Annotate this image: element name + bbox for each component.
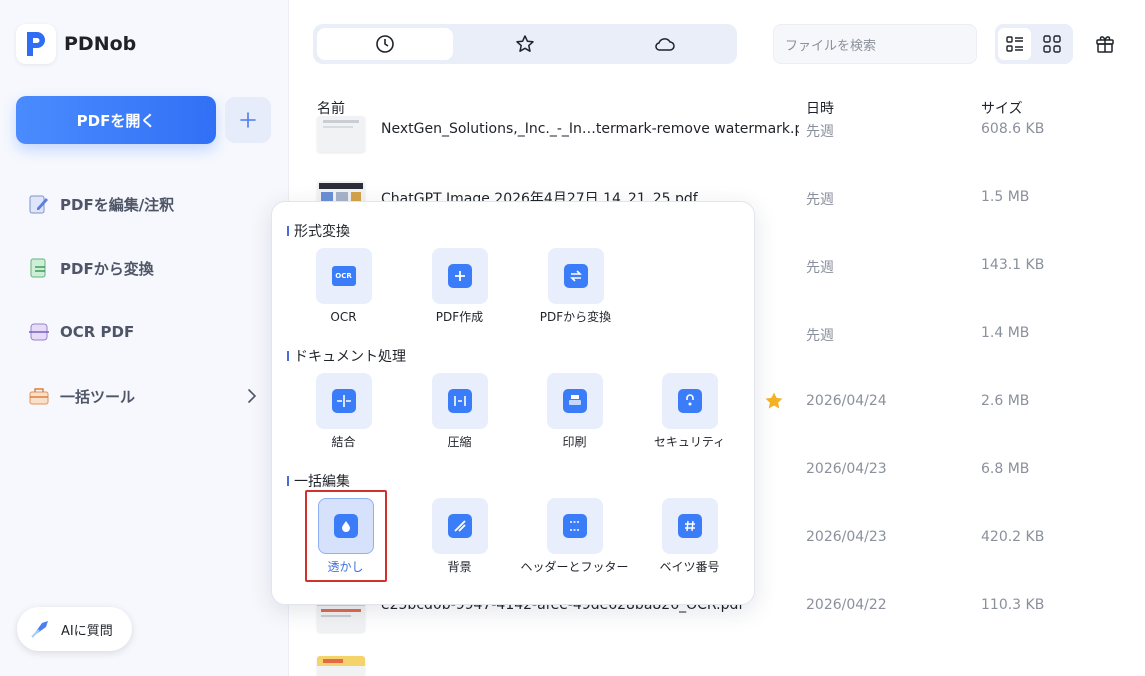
tool-create-pdf[interactable]: PDF作成 <box>402 248 517 326</box>
gift-icon[interactable] <box>1094 32 1116 58</box>
ocr-icon: OCR <box>331 266 356 286</box>
sidebar-item-label: PDFから変換 <box>60 259 154 278</box>
section-title-convert: 形式変換 <box>287 221 350 241</box>
view-toggle <box>995 24 1073 64</box>
tool-background[interactable]: 背景 <box>402 498 517 576</box>
file-size: 1.5 MB <box>981 189 1030 205</box>
hash-icon <box>677 514 702 538</box>
plus-icon <box>240 112 256 128</box>
tab-cloud[interactable] <box>597 28 733 60</box>
file-filter-tabs <box>313 24 737 64</box>
list-view-icon <box>1005 36 1023 52</box>
file-name: NextGen_Solutions,_Inc._-_In…termark-rem… <box>381 121 799 137</box>
tool-label: OCR <box>330 310 357 324</box>
tool-label: 圧縮 <box>447 435 472 449</box>
file-size: 6.8 MB <box>981 461 1030 477</box>
sidebar-item-label: 一括ツール <box>60 387 136 406</box>
sidebar-item-ocr[interactable]: OCR PDF <box>26 319 134 345</box>
convert-icon <box>563 264 588 288</box>
file-size: 110.3 KB <box>981 597 1045 613</box>
pen-doc-icon <box>26 191 52 217</box>
tool-bates-number[interactable]: ベイツ番号 <box>632 498 747 576</box>
ask-ai-label: AIに質問 <box>61 623 113 639</box>
section-title-batch-edit: 一括編集 <box>287 471 350 491</box>
background-icon <box>447 514 472 538</box>
file-size: 1.4 MB <box>981 325 1030 341</box>
sidebar-item-batch[interactable]: 一括ツール <box>26 383 135 409</box>
tool-label: 印刷 <box>562 435 587 449</box>
file-date: 先週 <box>806 124 834 140</box>
tool-label: 結合 <box>331 435 356 449</box>
tool-merge[interactable]: 結合 <box>286 373 401 451</box>
file-size: 420.2 KB <box>981 529 1045 545</box>
tool-header-footer[interactable]: ヘッダーとフッター <box>517 498 632 576</box>
file-date: 2026/04/22 <box>806 597 887 613</box>
file-thumbnail <box>317 116 365 152</box>
tool-label: セキュリティ <box>653 435 726 449</box>
cloud-icon <box>655 38 675 51</box>
tab-starred[interactable] <box>457 28 593 60</box>
tool-label: PDFから変換 <box>539 310 612 324</box>
lock-icon <box>677 389 702 413</box>
file-date: 2026/04/23 <box>806 529 887 545</box>
grid-view-button[interactable] <box>1035 28 1068 60</box>
tool-label: ヘッダーとフッター <box>520 560 629 574</box>
ai-sparkle-icon <box>31 621 48 638</box>
sidebar: PDNob PDFを開く PDFを編集/注釈 PDFから変換 OCR PDF 一… <box>0 0 289 676</box>
tool-label: ベイツ番号 <box>659 560 720 574</box>
ocr-icon-text: OCR <box>335 272 352 280</box>
toolbox-icon <box>26 383 52 409</box>
file-date: 2026/04/24 <box>806 393 887 409</box>
sidebar-item-label: PDFを編集/注釈 <box>60 195 175 214</box>
sidebar-item-label: OCR PDF <box>60 323 135 341</box>
starred-icon[interactable] <box>764 391 784 415</box>
search-placeholder: ファイルを検索 <box>785 38 877 54</box>
chevron-right-icon[interactable] <box>245 387 259 409</box>
ocr-icon <box>26 319 52 345</box>
tool-security[interactable]: セキュリティ <box>632 373 747 451</box>
tool-convert-from-pdf[interactable]: PDFから変換 <box>518 248 633 326</box>
file-thumbnail <box>317 656 365 676</box>
file-size: 608.6 KB <box>981 121 1045 137</box>
tool-label: 背景 <box>447 560 472 574</box>
add-button[interactable] <box>225 97 271 143</box>
file-date: 先週 <box>806 260 834 276</box>
tool-print[interactable]: 印刷 <box>517 373 632 451</box>
file-date: 先週 <box>806 192 834 208</box>
search-input[interactable]: ファイルを検索 <box>773 24 977 64</box>
compress-icon <box>447 389 472 413</box>
clock-icon <box>376 35 394 53</box>
star-icon <box>516 35 534 52</box>
grid-view-icon <box>1042 35 1061 53</box>
file-date: 先週 <box>806 328 834 344</box>
app-name: PDNob <box>64 33 137 55</box>
table-row[interactable]: NextGen_Solutions,_Inc._-_In…termark-rem… <box>317 112 1117 180</box>
tool-label: PDF作成 <box>435 310 484 324</box>
sidebar-item-edit[interactable]: PDFを編集/注釈 <box>26 191 174 217</box>
sidebar-item-convert[interactable]: PDFから変換 <box>26 255 154 281</box>
printer-icon <box>562 389 587 413</box>
create-pdf-icon <box>447 264 472 288</box>
file-date: 2026/04/23 <box>806 461 887 477</box>
table-row[interactable] <box>317 656 1117 676</box>
file-size: 143.1 KB <box>981 257 1045 273</box>
app-logo: PDNob <box>16 24 136 64</box>
tab-recent[interactable] <box>317 28 453 60</box>
open-pdf-button[interactable]: PDFを開く <box>16 96 216 144</box>
ask-ai-button[interactable]: AIに質問 <box>17 607 132 651</box>
tool-compress[interactable]: 圧縮 <box>402 373 517 451</box>
section-title-document: ドキュメント処理 <box>287 346 406 366</box>
batch-tools-popup: 形式変換 OCR OCR PDF作成 PDFから変換 ドキュメント処理 結合 圧… <box>271 201 755 605</box>
selection-highlight <box>305 490 387 582</box>
header-footer-icon <box>562 514 587 538</box>
file-size: 2.6 MB <box>981 393 1030 409</box>
pdnob-logo-icon <box>16 24 56 64</box>
merge-icon <box>331 389 356 413</box>
list-view-button[interactable] <box>998 28 1031 60</box>
tool-ocr[interactable]: OCR OCR <box>286 248 401 326</box>
convert-doc-icon <box>26 255 52 281</box>
